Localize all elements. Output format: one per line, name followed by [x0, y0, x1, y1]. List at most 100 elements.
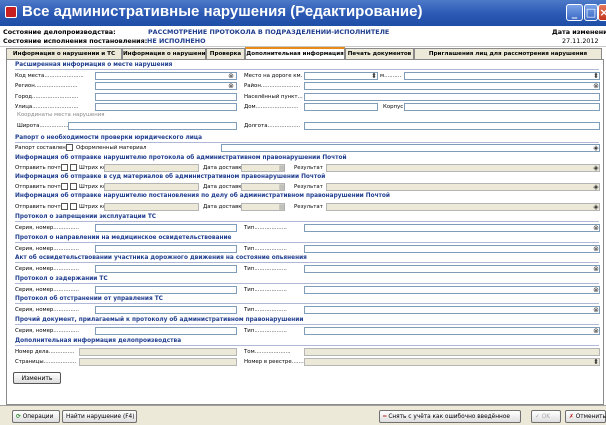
barcode-input[interactable] [104, 203, 199, 211]
tab-violation-vehicle[interactable]: Информация о нарушении и ТС [6, 48, 122, 59]
series-number-input[interactable] [95, 245, 237, 253]
barcode-checkbox[interactable] [70, 183, 77, 190]
proc-state-value: РАССМОТРЕНИЕ ПРОТОКОЛА В ПОДРАЗДЕЛЕНИИ-И… [148, 28, 390, 36]
tab-violation-info[interactable]: Информация о нарушении [122, 48, 206, 59]
tab-additional-info[interactable]: Дополнительная информация [245, 47, 345, 59]
volume-input[interactable] [304, 348, 600, 356]
check-icon: ✓ [535, 414, 540, 420]
lookup-icon[interactable]: ⊗ [592, 82, 600, 90]
settlement-label: Населённый пункт... [244, 94, 303, 100]
type-label: Тип................... [244, 266, 287, 272]
result-input[interactable] [326, 164, 600, 172]
cancel-button[interactable]: ✗ Отменить [565, 410, 606, 423]
lookup-icon[interactable]: ◈ [592, 183, 600, 191]
calendar-icon[interactable]: ▦ [278, 183, 286, 191]
result-input[interactable] [326, 183, 600, 191]
operations-button[interactable]: ⟳ Операции [12, 410, 60, 423]
series-number-input[interactable] [95, 327, 237, 335]
settlement-input[interactable] [304, 93, 600, 101]
spin-icon[interactable]: ⬍ [592, 72, 600, 80]
series-number-input[interactable] [95, 286, 237, 294]
barcode-checkbox[interactable] [70, 164, 77, 171]
type-label: Тип................... [244, 225, 287, 231]
building-input[interactable] [404, 103, 600, 111]
tab-invitations[interactable]: Приглашения лиц для рассмотрения нарушен… [414, 48, 602, 59]
spin-icon[interactable]: ⬍ [592, 358, 600, 366]
type-label: Тип................... [244, 246, 287, 252]
district-input[interactable] [304, 82, 600, 90]
section-other-document: Прочий документ, прилагаемый к протоколу… [15, 317, 304, 323]
calendar-icon[interactable]: ▦ [278, 164, 286, 172]
case-number-input[interactable] [79, 348, 237, 356]
divider [15, 221, 599, 222]
lookup-icon[interactable]: ⊗ [592, 224, 600, 232]
registry-number-input[interactable] [304, 358, 600, 366]
series-number-label: Серия, номер............... [15, 246, 80, 252]
coords-label: Координаты места нарушения [17, 112, 105, 118]
lookup-icon[interactable]: ◈ [592, 144, 600, 152]
barcode-input[interactable] [104, 183, 199, 191]
type-input[interactable] [304, 224, 600, 232]
section-intoxication-act: Акт об освидетельствовании участника дор… [15, 255, 307, 261]
find-violation-button[interactable]: Найти нарушение (F4) [62, 410, 137, 423]
lookup-icon[interactable]: ⊗ [592, 306, 600, 314]
latitude-input[interactable] [68, 122, 237, 130]
lookup-icon[interactable]: ⊗ [592, 327, 600, 335]
series-number-label: Серия, номер............... [15, 287, 80, 293]
series-number-input[interactable] [95, 306, 237, 314]
send-mail-checkbox[interactable] [61, 164, 68, 171]
divider [15, 242, 599, 243]
ok-button[interactable]: ✓ OK [531, 410, 561, 423]
street-input[interactable] [95, 103, 237, 111]
lookup-icon[interactable]: ◈ [592, 164, 600, 172]
spin-icon[interactable]: ⬍ [370, 72, 378, 80]
send-mail-checkbox[interactable] [61, 203, 68, 210]
divider [15, 142, 599, 143]
minimize-button[interactable]: _ [566, 4, 583, 21]
longitude-input[interactable] [304, 122, 600, 130]
maximize-button[interactable]: □ [584, 4, 598, 21]
place-code-label: Код места....................... [15, 73, 84, 79]
material-input[interactable] [221, 144, 600, 152]
tab-print-documents[interactable]: Печать документов [345, 48, 414, 59]
lookup-icon[interactable]: ⊗ [227, 72, 235, 80]
type-input[interactable] [304, 245, 600, 253]
remove-erroneous-button[interactable]: ━ Снять с учёта как ошибочно введённое [379, 410, 521, 423]
report-made-checkbox[interactable] [66, 144, 73, 151]
lookup-icon[interactable]: ⊗ [592, 265, 600, 273]
city-input[interactable] [95, 93, 237, 101]
latitude-label: Широта................... [17, 123, 72, 129]
edit-button[interactable]: Изменить [13, 372, 61, 384]
type-input[interactable] [304, 286, 600, 294]
type-input[interactable] [304, 306, 600, 314]
lookup-icon[interactable]: ⊗ [592, 245, 600, 253]
delivery-date-label: Дата доставки [203, 184, 246, 190]
street-label: Улица........................... [15, 104, 79, 110]
road-m-input[interactable] [404, 72, 600, 80]
send-mail-checkbox[interactable] [61, 183, 68, 190]
type-input[interactable] [304, 265, 600, 273]
road-km-input[interactable] [304, 72, 378, 80]
tab-check[interactable]: Проверка [206, 48, 245, 59]
region-input[interactable] [95, 82, 237, 90]
minus-icon: ━ [383, 414, 387, 420]
pages-input[interactable] [79, 358, 237, 366]
lookup-icon[interactable]: ⊗ [227, 82, 235, 90]
exec-state-value: НЕ ИСПОЛНЕНО [147, 37, 206, 45]
region-label: Регион......................... [15, 83, 78, 89]
send-mail-label: Отправить почтой [15, 204, 68, 210]
house-input[interactable] [304, 103, 378, 111]
series-number-input[interactable] [95, 224, 237, 232]
lookup-icon[interactable]: ◈ [592, 203, 600, 211]
close-button[interactable]: × [598, 4, 606, 21]
result-input[interactable] [326, 203, 600, 211]
series-number-input[interactable] [95, 265, 237, 273]
barcode-input[interactable] [104, 164, 199, 172]
lookup-icon[interactable]: ⊗ [592, 286, 600, 294]
barcode-checkbox[interactable] [70, 203, 77, 210]
longitude-label: Долгота................... [244, 123, 301, 129]
delivery-date-label: Дата доставки [203, 204, 246, 210]
calendar-icon[interactable]: ▦ [278, 203, 286, 211]
type-input[interactable] [304, 327, 600, 335]
place-code-input[interactable] [95, 72, 237, 80]
